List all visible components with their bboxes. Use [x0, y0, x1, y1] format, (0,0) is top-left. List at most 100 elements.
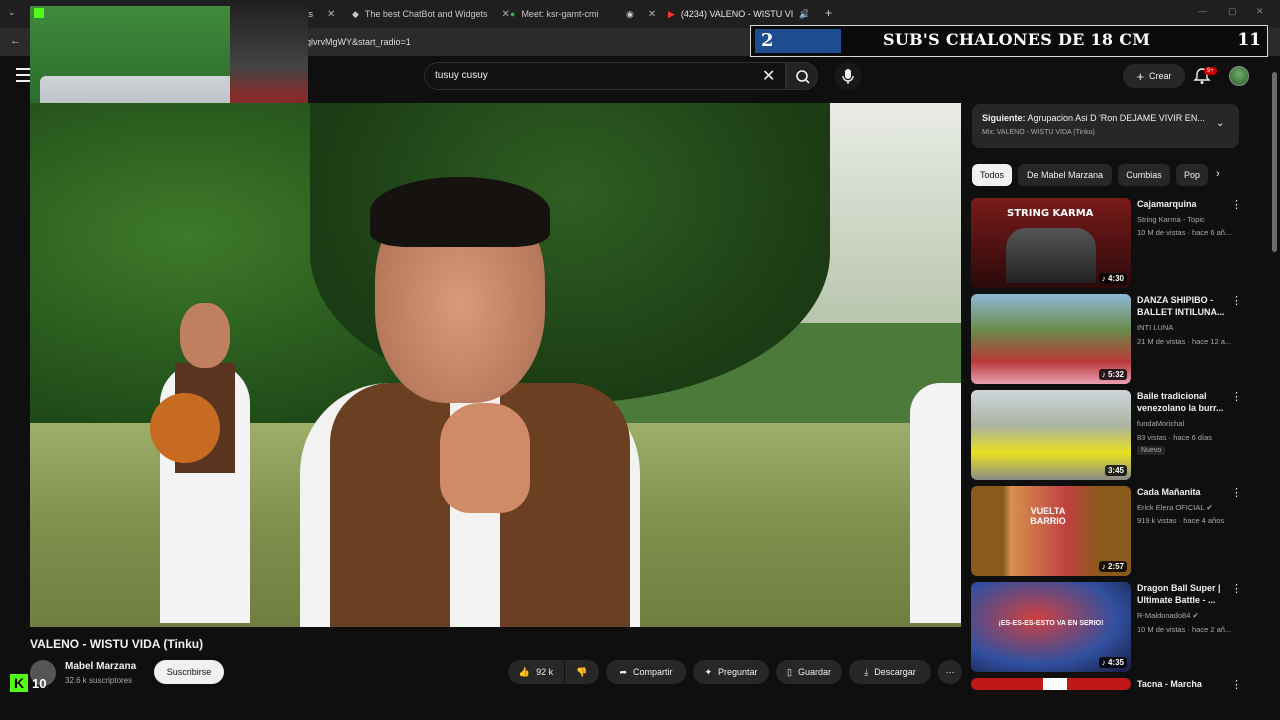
meet-icon: ● — [510, 9, 516, 19]
browser-tab[interactable]: ◆ The best ChatBot and Widgets ✕ — [352, 4, 510, 24]
download-label: Descargar — [874, 667, 916, 677]
chip-channel[interactable]: De Mabel Marzana — [1018, 164, 1112, 186]
recommendation-meta: 83 vistas · hace 6 días — [1137, 433, 1213, 442]
more-vert-icon[interactable]: ⋮ — [1231, 294, 1242, 307]
more-vert-icon[interactable]: ⋮ — [1231, 582, 1242, 595]
video-player[interactable] — [30, 103, 961, 627]
download-button[interactable]: ⤓ Descargar — [849, 660, 931, 684]
thumbnail-text: ¡ES-ES-ES-ESTO VA EN SERIO! — [998, 620, 1104, 627]
new-tab-button[interactable]: + — [825, 6, 832, 20]
recommendation-thumbnail[interactable]: ¡ES-ES-ES-ESTO VA EN SERIO! ♪ 4:35 — [971, 582, 1131, 672]
thumbs-up-icon: 👍 — [518, 666, 531, 677]
url-field[interactable]: qlvrvMgWY&start_radio=1 — [306, 37, 411, 47]
notification-badge: 9+ — [1204, 67, 1217, 75]
recommendation-item[interactable]: ♪ 5:32 DANZA SHIPIBO - BALLET INTILUNA..… — [971, 294, 1242, 384]
search-button[interactable] — [786, 62, 818, 90]
recommendation-thumbnail[interactable] — [971, 678, 1131, 690]
tab-label: The best ChatBot and Widgets — [364, 9, 488, 19]
chatbot-icon: ◆ — [352, 8, 359, 19]
more-actions-button[interactable]: ⋯ — [938, 660, 962, 684]
chevron-down-icon[interactable]: ⌄ — [1216, 118, 1224, 129]
subscribe-button[interactable]: Suscribirse — [154, 660, 224, 684]
ask-button[interactable]: ✦ Preguntar — [693, 660, 769, 684]
kick-logo-icon — [34, 8, 44, 18]
more-vert-icon[interactable]: ⋮ — [1231, 390, 1242, 403]
recommendation-thumbnail[interactable]: 3:45 — [971, 390, 1131, 480]
voice-search-button[interactable] — [834, 62, 862, 90]
recommendation-channel: Erick Elera OFICIAL ✔ — [1137, 503, 1213, 512]
search-input[interactable] — [435, 70, 735, 81]
chip-pop[interactable]: Pop — [1176, 164, 1208, 186]
recommendation-item[interactable]: Tacna - Marcha ⋮ — [971, 678, 1241, 690]
share-icon: ➦ — [619, 666, 628, 677]
recommendation-thumbnail[interactable]: STRING KARMA ♪ 4:30 — [971, 198, 1131, 288]
up-next-card[interactable]: Siguiente: Agrupacion Asi D 'Ron DEJAME … — [972, 104, 1239, 148]
youtube-icon: ▶ — [668, 8, 675, 19]
create-button[interactable]: + Crear — [1123, 64, 1185, 88]
recommendation-channel: R-Maldonado84 ✔ — [1137, 611, 1199, 620]
tab-label: Meet: ksr-gamt-cmi — [521, 9, 599, 19]
channel-subscribers: 32.6 k suscriptores — [65, 676, 133, 685]
recommendation-thumbnail[interactable]: VUELTA BARRIO ♪ 2:57 — [971, 486, 1131, 576]
dislike-button[interactable]: 👎 — [565, 660, 599, 684]
thumbs-down-icon: 👎 — [576, 666, 588, 677]
maximize-icon[interactable]: ▢ — [1228, 6, 1237, 17]
recommendation-title: Tacna - Marcha — [1137, 679, 1202, 689]
clear-search-icon[interactable]: ✕ — [762, 66, 778, 86]
chevron-right-icon[interactable]: › — [1216, 168, 1220, 180]
recommendation-item[interactable]: STRING KARMA ♪ 4:30 Cajamarquina String … — [971, 198, 1242, 288]
tab-search-icon[interactable]: ⌄ — [8, 7, 16, 18]
more-vert-icon[interactable]: ⋮ — [1231, 678, 1241, 690]
tab-label: (4234) VALENO - WISTU VI — [680, 9, 794, 19]
recommendation-meta: 919 k vistas · hace 4 años — [1137, 516, 1225, 525]
chip-cumbias[interactable]: Cumbias — [1118, 164, 1170, 186]
back-icon[interactable]: ← — [10, 35, 21, 47]
recommendation-item[interactable]: VUELTA BARRIO ♪ 2:57 Cada Mañanita Erick… — [971, 486, 1242, 576]
thumbnail-text: STRING KARMA — [1007, 208, 1094, 219]
browser-tab[interactable]: ts ✕ — [306, 4, 335, 24]
video-title: VALENO - WISTU VIDA (Tinku) — [30, 637, 204, 651]
verified-icon: ✔ — [1192, 611, 1199, 620]
minimize-icon[interactable]: — — [1198, 6, 1207, 16]
speaker-icon[interactable]: 🔊 — [799, 9, 808, 20]
browser-tab-active[interactable]: ▶(4234) VALENO - WISTU VI🔊✕ — [668, 4, 808, 24]
up-next-mix: Mix: VALENO - WISTU VIDA (Tinku) — [982, 129, 1095, 136]
recommendation-title: Dragon Ball Super | Ultimate Battle - ..… — [1137, 583, 1221, 605]
recommendation-meta: 21 M de vistas · hace 12 a... — [1137, 337, 1232, 346]
browser-tab[interactable]: ◉ ✕ — [626, 4, 656, 24]
video-frame-guitarist — [150, 303, 270, 627]
save-label: Guardar — [797, 667, 831, 677]
recommendation-meta: 10 M de vistas · hace 6 añ... — [1137, 228, 1232, 237]
record-icon: ◉ — [626, 8, 634, 19]
video-duration: ♪ 4:35 — [1098, 657, 1127, 668]
recommendation-item[interactable]: ¡ES-ES-ES-ESTO VA EN SERIO! ♪ 4:35 Drago… — [971, 582, 1242, 672]
video-duration: ♪ 5:32 — [1098, 369, 1127, 380]
bookmark-icon: ▯ — [787, 666, 792, 677]
scrollbar-thumb[interactable] — [1272, 72, 1277, 252]
account-avatar[interactable] — [1229, 66, 1249, 86]
close-window-icon[interactable]: ✕ — [1256, 6, 1264, 17]
ask-label: Preguntar — [718, 667, 758, 677]
recommendation-channel: String Karma - Topic — [1137, 215, 1205, 224]
new-badge: Nuevo — [1137, 446, 1166, 455]
more-vert-icon[interactable]: ⋮ — [1231, 486, 1242, 499]
chip-todos[interactable]: Todos — [972, 164, 1012, 186]
close-icon[interactable]: ✕ — [502, 9, 510, 20]
browser-tab[interactable]: ● Meet: ksr-gamt-cmi — [510, 4, 598, 24]
verified-icon: ✔ — [1206, 503, 1213, 512]
save-button[interactable]: ▯ Guardar — [776, 660, 842, 684]
close-icon[interactable]: ✕ — [648, 9, 656, 20]
more-vert-icon[interactable]: ⋮ — [1231, 198, 1242, 211]
recommendation-thumbnail[interactable]: ♪ 5:32 — [971, 294, 1131, 384]
search-box[interactable] — [424, 62, 786, 90]
sub-count: 2 — [755, 29, 841, 53]
recommendation-item[interactable]: 3:45 Baile tradicional venezolano la bur… — [971, 390, 1242, 480]
video-duration: ♪ 4:30 — [1098, 273, 1127, 284]
more-icon: ⋯ — [945, 666, 955, 677]
close-icon[interactable]: ✕ — [327, 9, 335, 20]
like-button[interactable]: 👍 92 k — [508, 660, 564, 684]
channel-name[interactable]: Mabel Marzana — [65, 661, 136, 672]
share-button[interactable]: ➦ Compartir — [606, 660, 686, 684]
microphone-icon — [842, 69, 854, 84]
sparkle-icon: ✦ — [704, 666, 712, 677]
